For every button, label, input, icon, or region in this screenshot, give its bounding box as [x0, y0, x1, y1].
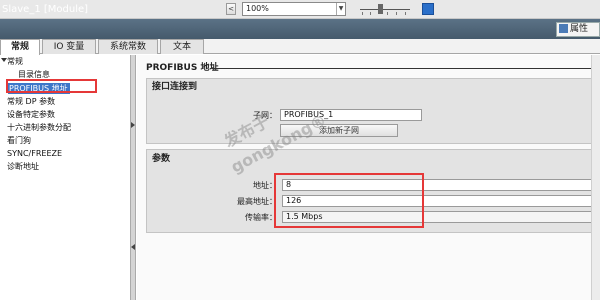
zoom-slider-thumb[interactable] [378, 4, 383, 14]
tab-io-tags[interactable]: IO 变量 [42, 39, 96, 54]
nav-item-diagnostic-address[interactable]: 诊断地址 [7, 161, 39, 172]
nav-item-device-params[interactable]: 设备特定参数 [7, 109, 55, 120]
properties-tab-label: 属性 [570, 24, 589, 34]
nav-item-hex-params[interactable]: 十六进制参数分配 [7, 122, 71, 133]
tab-texts[interactable]: 文本 [160, 39, 204, 54]
annotation-highlight-box [274, 173, 424, 228]
tab-general[interactable]: 常规 [0, 39, 40, 55]
splitter-arrow-icon[interactable] [131, 244, 135, 250]
page-heading: PROFIBUS 地址 [146, 63, 219, 73]
interface-section-title: 接口连接到 [152, 82, 198, 92]
parameters-section-title: 参数 [152, 154, 171, 164]
panel-splitter[interactable] [130, 55, 136, 300]
zoom-field[interactable]: 100% [242, 2, 346, 16]
zoom-slider-track[interactable] [360, 9, 410, 10]
nav-prev-button[interactable]: < [226, 3, 236, 15]
window-title: Slave_1 [Module] [2, 4, 89, 15]
max-address-label: 最高地址： [237, 197, 277, 206]
vertical-scrollbar[interactable] [591, 55, 600, 300]
slider-tick [362, 12, 363, 15]
splitter-arrow-icon[interactable] [131, 122, 135, 128]
heading-divider [212, 68, 600, 69]
navigator-icon[interactable] [422, 3, 434, 15]
nav-item-watchdog[interactable]: 看门狗 [7, 135, 31, 146]
nav-item-general-dp-params[interactable]: 常规 DP 参数 [7, 96, 55, 107]
slider-tick [387, 12, 388, 15]
baud-rate-label: 传输率： [245, 213, 277, 222]
zoom-dropdown-icon[interactable]: ▼ [336, 3, 345, 15]
title-bar [0, 19, 600, 39]
address-label: 地址： [253, 181, 277, 190]
nav-item-general[interactable]: 常规 [7, 56, 23, 67]
tab-system-constants[interactable]: 系统常数 [98, 39, 158, 54]
nav-item-sync-freeze[interactable]: SYNC/FREEZE [7, 148, 62, 159]
slider-tick [396, 12, 397, 15]
slider-tick [405, 12, 406, 15]
properties-icon [559, 24, 568, 33]
properties-tab[interactable]: 属性 [556, 22, 600, 37]
slider-tick [370, 12, 371, 15]
annotation-highlight-box [6, 79, 97, 93]
